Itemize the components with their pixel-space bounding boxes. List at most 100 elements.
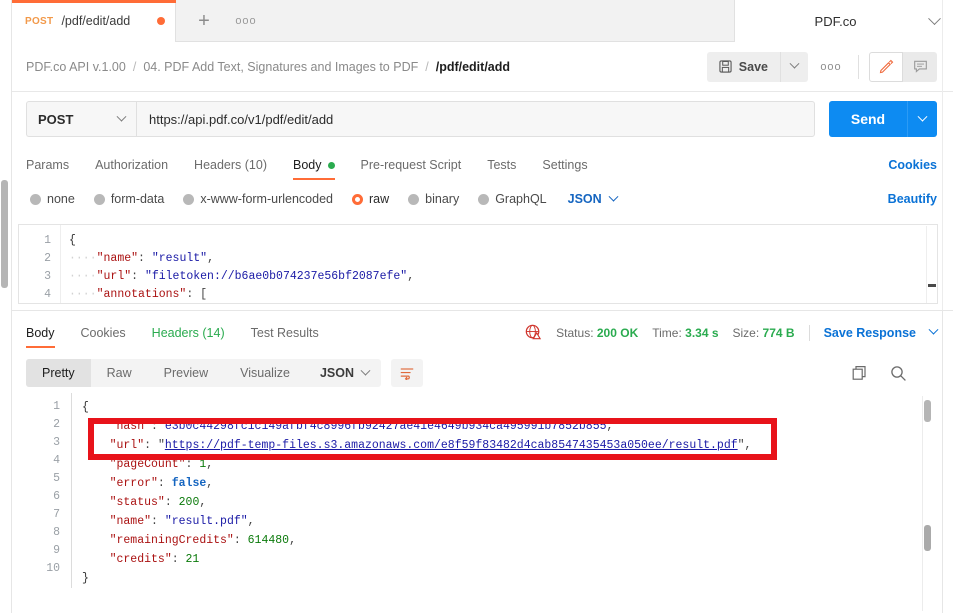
error-value: false bbox=[172, 477, 207, 490]
line-number: 6 bbox=[14, 488, 60, 506]
send-button[interactable]: Send bbox=[829, 101, 907, 137]
view-mode-pretty[interactable]: Pretty bbox=[26, 359, 91, 387]
breadcrumb-collection[interactable]: PDF.co API v.1.00 bbox=[26, 60, 126, 74]
response-scrollbar-thumb[interactable] bbox=[924, 525, 931, 551]
tab-overflow-menu-icon[interactable]: ooo bbox=[233, 10, 259, 32]
tab-label: Cookies bbox=[81, 326, 126, 340]
response-url-value[interactable]: https://pdf-temp-files.s3.amazonaws.com/… bbox=[165, 439, 738, 452]
request-code-area[interactable]: { ····"name": "result", ····"url": "file… bbox=[60, 225, 937, 303]
response-scrollbar-track[interactable] bbox=[922, 396, 931, 611]
line-number: 3 bbox=[14, 434, 60, 452]
tab-label: Body bbox=[293, 158, 322, 172]
tab-headers[interactable]: Headers (10) bbox=[194, 158, 267, 180]
chevron-down-icon bbox=[790, 59, 800, 69]
url-bar: POST https://api.pdf.co/v1/pdf/edit/add … bbox=[12, 92, 953, 146]
tab-tests[interactable]: Tests bbox=[487, 158, 516, 180]
tab-pre-request-script[interactable]: Pre-request Script bbox=[361, 158, 462, 180]
view-mode-preview[interactable]: Preview bbox=[148, 359, 224, 387]
line-number: 4 bbox=[19, 286, 51, 304]
environment-selector[interactable]: PDF.co bbox=[734, 0, 953, 42]
code-line-url: "url": "https://pdf-temp-files.s3.amazon… bbox=[82, 436, 953, 455]
response-status-group: Status: 200 OK Time: 3.34 s Size: 774 B … bbox=[525, 324, 937, 348]
send-options-button[interactable] bbox=[907, 101, 937, 137]
body-type-urlencoded[interactable]: x-www-form-urlencoded bbox=[183, 192, 333, 206]
name-value: result.pdf bbox=[172, 515, 241, 528]
cookies-link[interactable]: Cookies bbox=[888, 158, 937, 180]
request-more-menu-icon[interactable]: ooo bbox=[814, 52, 848, 82]
unsaved-changes-dot bbox=[157, 17, 165, 25]
body-type-binary[interactable]: binary bbox=[408, 192, 459, 206]
body-format-select[interactable]: JSON bbox=[568, 192, 617, 206]
view-mode-raw[interactable]: Raw bbox=[91, 359, 148, 387]
beautify-link[interactable]: Beautify bbox=[888, 192, 937, 206]
send-group: Send bbox=[829, 101, 937, 137]
breadcrumb-folder[interactable]: 04. PDF Add Text, Signatures and Images … bbox=[143, 60, 418, 74]
save-response-button[interactable]: Save Response bbox=[824, 326, 916, 340]
response-tab-cookies[interactable]: Cookies bbox=[81, 326, 126, 348]
chevron-down-icon bbox=[918, 111, 928, 121]
request-tab[interactable]: POST /pdf/edit/add bbox=[12, 0, 176, 42]
save-disk-icon bbox=[719, 60, 732, 73]
status-group: Status: 200 OK bbox=[556, 326, 638, 340]
tab-authorization[interactable]: Authorization bbox=[95, 158, 168, 180]
wrap-lines-button[interactable] bbox=[391, 359, 423, 387]
code-line: } bbox=[82, 569, 953, 588]
sidebar-resize-handle[interactable] bbox=[1, 180, 8, 288]
new-tab-button[interactable]: + bbox=[192, 9, 216, 33]
response-scrollbar-thumb-top[interactable] bbox=[924, 400, 931, 422]
body-present-indicator bbox=[328, 162, 335, 169]
body-type-raw[interactable]: raw bbox=[352, 192, 389, 206]
tab-title-label: /pdf/edit/add bbox=[61, 14, 157, 28]
response-divider bbox=[12, 310, 953, 311]
body-type-none[interactable]: none bbox=[30, 192, 75, 206]
code-line-pagecount: "pageCount": 1, bbox=[82, 455, 953, 474]
line-number: 1 bbox=[19, 232, 51, 250]
line-number: 5 bbox=[14, 470, 60, 488]
save-button[interactable]: Save bbox=[707, 52, 780, 82]
http-method-select[interactable]: POST bbox=[26, 101, 136, 137]
response-format-select[interactable]: JSON bbox=[306, 359, 381, 387]
save-options-button[interactable] bbox=[780, 52, 808, 82]
tab-label: Headers (10) bbox=[194, 158, 267, 172]
line-number: 8 bbox=[14, 524, 60, 542]
request-editor-scrollbar[interactable] bbox=[926, 226, 936, 304]
radio-icon bbox=[30, 194, 41, 205]
http-method-value: POST bbox=[38, 112, 73, 127]
tab-body[interactable]: Body bbox=[293, 158, 335, 180]
copy-icon[interactable] bbox=[852, 365, 868, 381]
tab-active-accent bbox=[12, 0, 176, 3]
scrollbar-thumb[interactable] bbox=[928, 284, 936, 287]
code-line: { bbox=[82, 398, 953, 417]
tab-params[interactable]: Params bbox=[26, 158, 69, 180]
body-type-form-data[interactable]: form-data bbox=[94, 192, 165, 206]
tab-settings[interactable]: Settings bbox=[542, 158, 587, 180]
radio-icon bbox=[183, 194, 194, 205]
request-body-editor[interactable]: 1 2 3 4 { ····"name": "result", ····"url… bbox=[18, 224, 938, 304]
status-value: 200 bbox=[179, 496, 200, 509]
radio-label: raw bbox=[369, 192, 389, 206]
body-type-graphql[interactable]: GraphQL bbox=[478, 192, 546, 206]
chevron-down-icon[interactable] bbox=[929, 325, 939, 335]
tab-label: Pre-request Script bbox=[361, 158, 462, 172]
response-tab-headers[interactable]: Headers (14) bbox=[152, 326, 225, 348]
comment-button[interactable] bbox=[903, 52, 937, 82]
code-line: ····"url": "filetoken://b6ae0b074237e56b… bbox=[69, 268, 937, 286]
network-warning-icon bbox=[525, 324, 542, 341]
edit-mode-button[interactable] bbox=[869, 52, 903, 82]
remaining-credits-value: 614480 bbox=[248, 534, 289, 547]
breadcrumb-separator-2: / bbox=[425, 60, 428, 74]
radio-label: form-data bbox=[111, 192, 165, 206]
size-value: 774 B bbox=[763, 326, 795, 340]
line-number: 4 bbox=[14, 452, 60, 470]
view-mode-visualize[interactable]: Visualize bbox=[224, 359, 306, 387]
response-tab-test-results[interactable]: Test Results bbox=[251, 326, 319, 348]
response-body-viewer[interactable]: 1 2 3 4 5 6 7 8 9 10 { "hash": e3b0c4429… bbox=[14, 393, 953, 613]
wrap-text-icon bbox=[399, 366, 415, 380]
toolbar-divider bbox=[858, 55, 859, 79]
url-input[interactable]: https://api.pdf.co/v1/pdf/edit/add bbox=[136, 101, 815, 137]
response-tab-body[interactable]: Body bbox=[26, 326, 55, 348]
right-divider bbox=[942, 310, 943, 613]
code-line-status: "status": 200, bbox=[82, 493, 953, 512]
status-divider bbox=[809, 325, 810, 341]
search-icon[interactable] bbox=[890, 365, 907, 382]
